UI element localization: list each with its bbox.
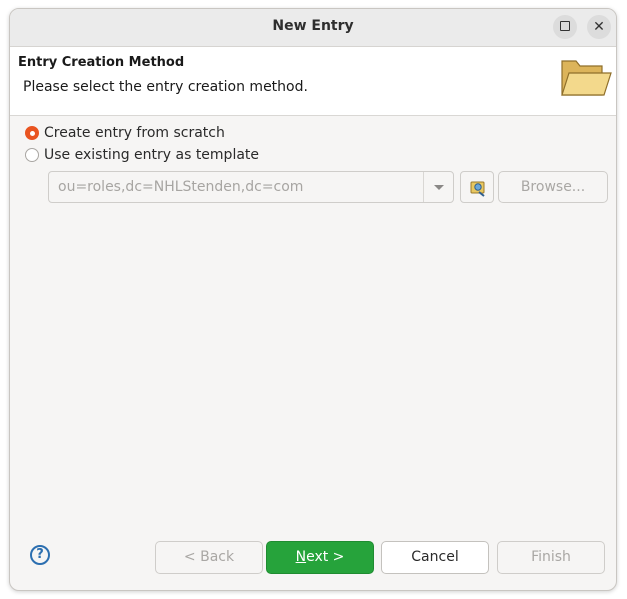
- entry-locate-button[interactable]: [460, 171, 494, 203]
- next-mnemonic: N: [295, 549, 307, 565]
- finish-button[interactable]: Finish: [497, 541, 605, 574]
- page-description: Please select the entry creation method.: [23, 79, 308, 95]
- page-title: Entry Creation Method: [18, 55, 185, 70]
- create-from-scratch-label: Create entry from scratch: [44, 125, 225, 141]
- maximize-button[interactable]: [553, 15, 577, 39]
- back-button[interactable]: < Back: [155, 541, 263, 574]
- entry-browse-icon: [470, 181, 485, 197]
- close-icon: ✕: [593, 19, 605, 35]
- window-title: New Entry: [272, 18, 354, 34]
- browse-button[interactable]: Browse...: [498, 171, 608, 203]
- combo-divider: [423, 172, 424, 202]
- dropdown-arrow-icon[interactable]: [434, 185, 444, 190]
- radio-unchecked-icon[interactable]: [25, 148, 39, 162]
- next-button[interactable]: Next >: [266, 541, 374, 574]
- open-folder-icon: [561, 60, 612, 96]
- radio-checked-icon[interactable]: [25, 126, 39, 140]
- use-template-label: Use existing entry as template: [44, 147, 260, 163]
- new-entry-dialog: New Entry ✕ Entry Creation Method Please…: [9, 8, 617, 591]
- template-dn-combo[interactable]: ou=roles,dc=NHLStenden,dc=com: [48, 171, 454, 203]
- title-bar: New Entry ✕: [10, 9, 616, 47]
- close-button[interactable]: ✕: [587, 15, 611, 39]
- wizard-header: Entry Creation Method Please select the …: [10, 47, 616, 116]
- use-template-option[interactable]: Use existing entry as template: [25, 147, 259, 163]
- maximize-icon: [560, 21, 570, 31]
- next-label: ext >: [306, 549, 345, 565]
- help-icon[interactable]: ?: [30, 545, 50, 565]
- cancel-button[interactable]: Cancel: [381, 541, 489, 574]
- template-dn-value: ou=roles,dc=NHLStenden,dc=com: [58, 179, 304, 195]
- create-from-scratch-option[interactable]: Create entry from scratch: [25, 125, 225, 141]
